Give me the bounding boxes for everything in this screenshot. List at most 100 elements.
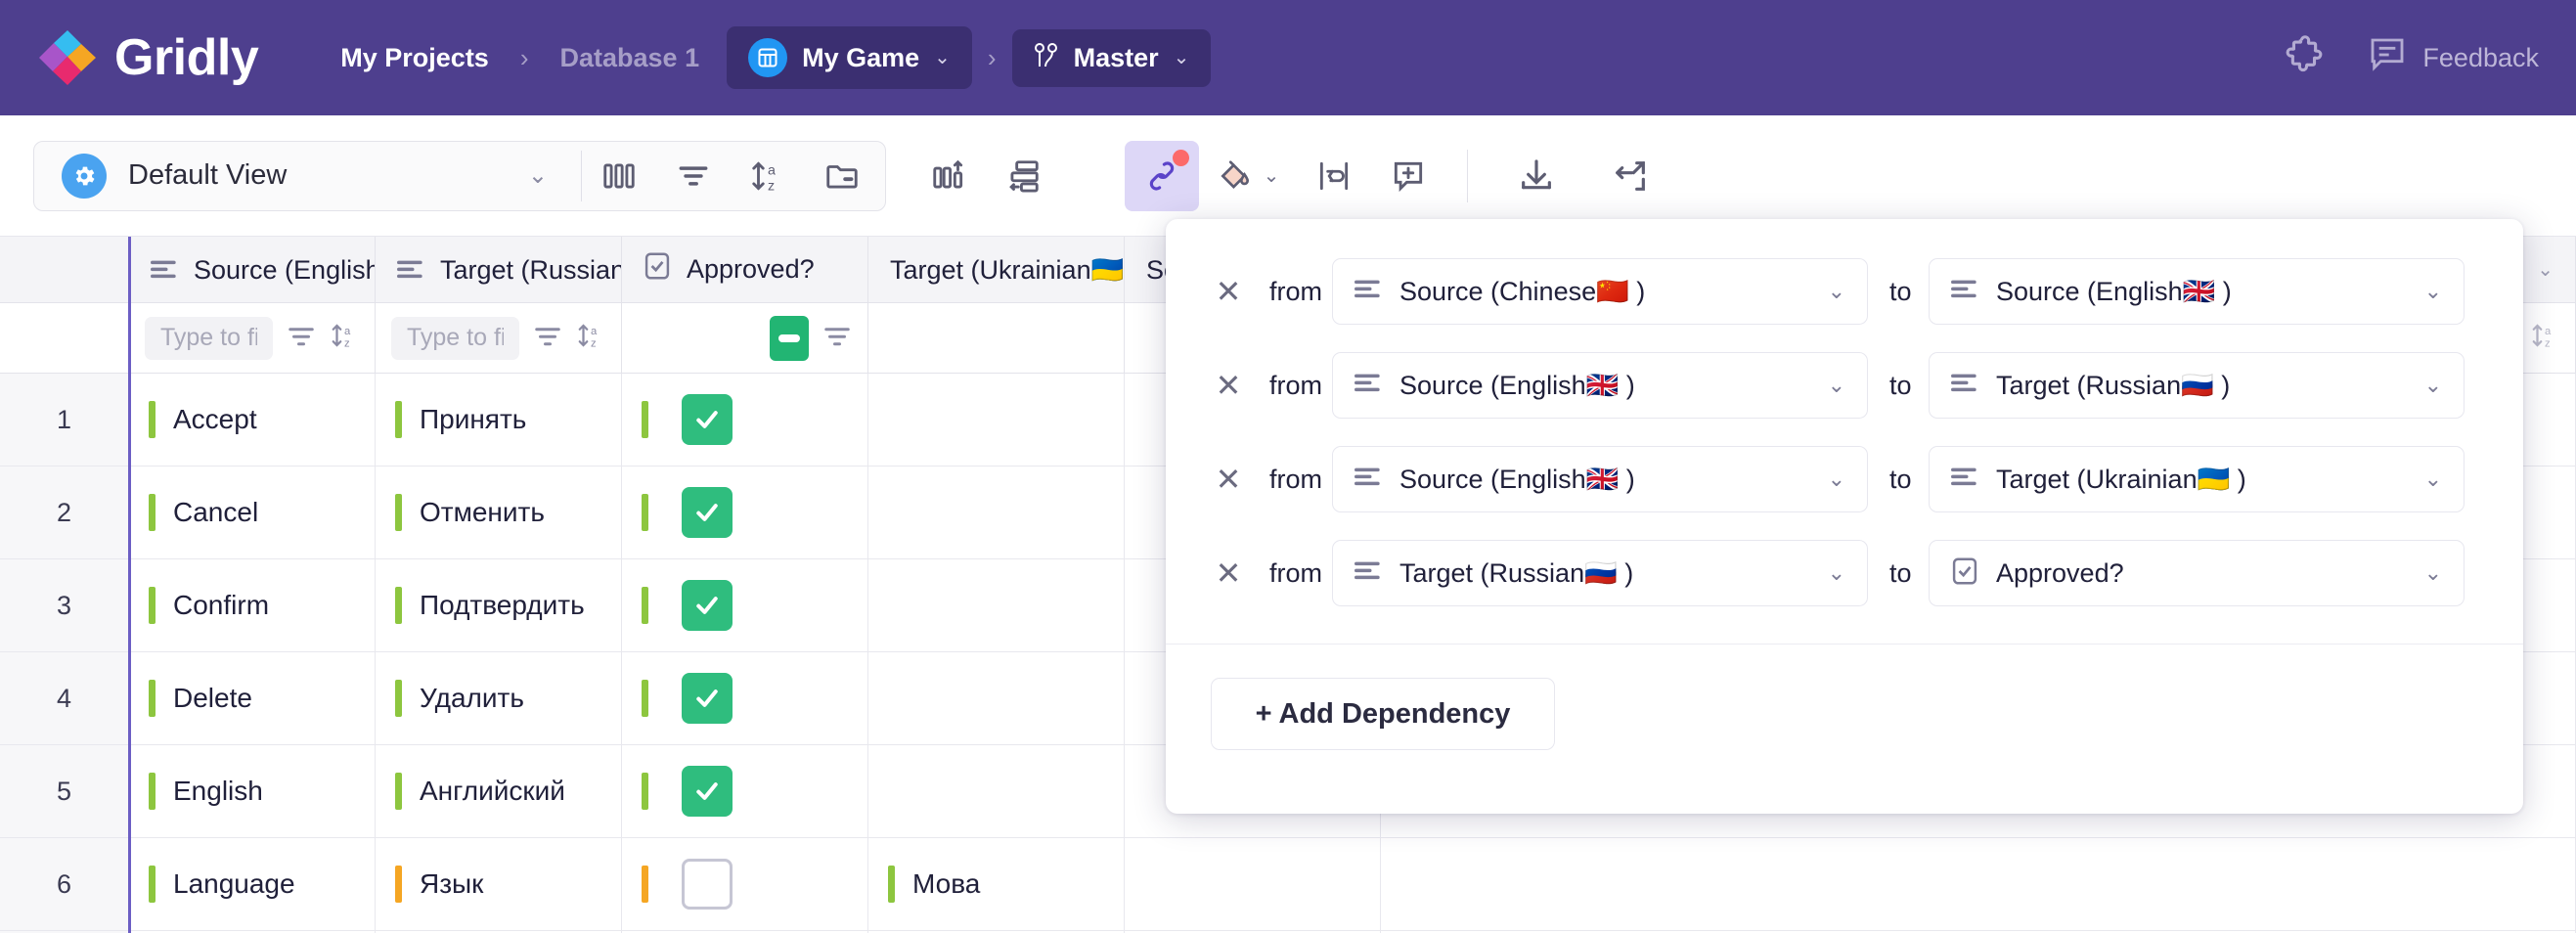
cell-target-russian[interactable]: Подтвердить bbox=[376, 559, 622, 651]
filter-icon[interactable] bbox=[822, 321, 852, 355]
cell-source-chinese[interactable] bbox=[1125, 838, 1381, 930]
cell-approved[interactable] bbox=[622, 652, 868, 744]
remove-dependency-icon[interactable]: ✕ bbox=[1209, 555, 1248, 592]
text-lines-icon bbox=[1951, 279, 1978, 305]
approved-checkbox[interactable] bbox=[682, 766, 733, 817]
column-header-approved[interactable]: Approved? bbox=[622, 237, 868, 302]
cell-target-ukrainian[interactable]: Мова bbox=[868, 838, 1125, 930]
dependency-from-select[interactable]: Source (English🇬🇧 ) ⌄ bbox=[1332, 352, 1868, 419]
dependency-link-icon[interactable] bbox=[1125, 140, 1199, 211]
download-icon[interactable] bbox=[1489, 141, 1583, 211]
cell-target-ukrainian[interactable] bbox=[868, 652, 1125, 744]
dependency-from-select[interactable]: Source (English🇬🇧 ) ⌄ bbox=[1332, 446, 1868, 512]
column-stats-icon[interactable] bbox=[911, 141, 986, 211]
column-header-target-russian[interactable]: Target (Russian🇷🇺 ) ⌄ bbox=[376, 237, 622, 302]
feedback-button[interactable]: Feedback bbox=[2368, 36, 2539, 80]
approved-filter-indeterminate-icon[interactable] bbox=[770, 315, 809, 361]
dependency-to-label: to bbox=[1889, 464, 1912, 494]
approved-checkbox[interactable] bbox=[682, 673, 733, 724]
cell-source-english[interactable]: Confirm bbox=[129, 559, 376, 651]
column-header-target-ukrainian[interactable]: Target (Ukrainian🇺🇦 ) bbox=[868, 237, 1125, 302]
breadcrumb-database-1[interactable]: Database 1 bbox=[539, 43, 722, 73]
chevron-down-icon[interactable]: ⌄ bbox=[2424, 373, 2442, 398]
text-lines-icon bbox=[1355, 279, 1382, 305]
dependency-to-select[interactable]: Source (English🇬🇧 ) ⌄ bbox=[1929, 258, 2465, 325]
cell-target-ukrainian[interactable] bbox=[868, 374, 1125, 466]
cell-target-russian[interactable]: Английский bbox=[376, 745, 622, 837]
add-comment-icon[interactable] bbox=[1371, 141, 1445, 211]
chevron-down-icon[interactable]: ⌄ bbox=[2424, 466, 2442, 492]
dependency-from-select[interactable]: Source (Chinese🇨🇳 ) ⌄ bbox=[1332, 258, 1868, 325]
puzzle-icon[interactable] bbox=[2284, 34, 2327, 82]
cell-approved[interactable] bbox=[622, 374, 868, 466]
chevron-down-icon[interactable]: ⌄ bbox=[1828, 373, 1845, 398]
cell-source-english[interactable]: Accept bbox=[129, 374, 376, 466]
chevron-down-icon[interactable]: ⌄ bbox=[1828, 560, 1845, 586]
svg-text:z: z bbox=[768, 178, 775, 194]
approved-checkbox[interactable] bbox=[682, 394, 733, 445]
chevron-down-icon[interactable]: ⌄ bbox=[2537, 257, 2554, 282]
wrap-text-icon[interactable] bbox=[1297, 141, 1371, 211]
brand-logo[interactable]: Gridly bbox=[37, 28, 259, 87]
cell-source-english[interactable]: Delete bbox=[129, 652, 376, 744]
approved-checkbox[interactable] bbox=[682, 580, 733, 631]
filter-icon[interactable] bbox=[656, 141, 731, 211]
dependency-from-select[interactable]: Target (Russian🇷🇺 ) ⌄ bbox=[1332, 540, 1868, 606]
chevron-down-icon[interactable]: ⌄ bbox=[2424, 279, 2442, 304]
breadcrumb-grid-my-game[interactable]: My Game ⌄ bbox=[727, 26, 972, 89]
cell-approved[interactable] bbox=[622, 559, 868, 651]
search-input[interactable] bbox=[145, 316, 273, 360]
dependency-to-select[interactable]: Target (Ukrainian🇺🇦 ) ⌄ bbox=[1929, 446, 2465, 512]
cell-target-russian[interactable]: Принять bbox=[376, 374, 622, 466]
breadcrumb-branch-master[interactable]: Master ⌄ bbox=[1011, 28, 1212, 87]
paint-bucket-icon[interactable]: ⌄ bbox=[1199, 141, 1297, 211]
columns-icon[interactable] bbox=[582, 141, 656, 211]
dependency-to-label: to bbox=[1889, 276, 1912, 306]
filter-icon[interactable] bbox=[287, 321, 316, 355]
table-row[interactable]: 6 Language Язык Мова bbox=[0, 838, 2576, 931]
cell-approved[interactable] bbox=[622, 745, 868, 837]
cell-source-english[interactable]: Cancel bbox=[129, 466, 376, 558]
view-selector-pill[interactable]: Default View bbox=[34, 153, 528, 199]
add-dependency-button[interactable]: + Add Dependency bbox=[1211, 678, 1555, 750]
dependency-from-value: Source (English🇬🇧 ) bbox=[1399, 371, 1635, 400]
cell-approved[interactable] bbox=[622, 466, 868, 558]
cell-target-ukrainian[interactable] bbox=[868, 559, 1125, 651]
import-icon[interactable] bbox=[1583, 141, 1677, 211]
filter-icon[interactable] bbox=[533, 321, 562, 355]
sort-az-icon[interactable]: a z bbox=[731, 141, 805, 211]
cell-target-ukrainian[interactable] bbox=[868, 745, 1125, 837]
cell-extra[interactable] bbox=[1381, 838, 2576, 930]
cell-target-ukrainian[interactable] bbox=[868, 466, 1125, 558]
remove-dependency-icon[interactable]: ✕ bbox=[1209, 461, 1248, 498]
column-header-source-english[interactable]: Source (English🇬🇧 ) ⌄ bbox=[129, 237, 376, 302]
sort-az-icon[interactable]: az bbox=[576, 321, 605, 355]
dependency-to-select[interactable]: Target (Russian🇷🇺 ) ⌄ bbox=[1929, 352, 2465, 419]
chevron-down-icon[interactable]: ⌄ bbox=[1264, 166, 1280, 186]
sort-az-icon[interactable]: az bbox=[330, 321, 359, 355]
cell-source-english[interactable]: English bbox=[129, 745, 376, 837]
chevron-down-icon[interactable]: ⌄ bbox=[2424, 560, 2442, 586]
approved-checkbox[interactable] bbox=[682, 487, 733, 538]
cell-target-russian[interactable]: Удалить bbox=[376, 652, 622, 744]
sort-az-icon[interactable]: az bbox=[2530, 321, 2559, 355]
chevron-down-icon[interactable]: ⌄ bbox=[1828, 279, 1845, 304]
remove-dependency-icon[interactable]: ✕ bbox=[1209, 367, 1248, 404]
cell-source-english[interactable]: Language bbox=[129, 838, 376, 930]
cell-target-russian[interactable]: Отменить bbox=[376, 466, 622, 558]
breadcrumb-my-projects[interactable]: My Projects bbox=[319, 43, 511, 73]
text-lines-icon bbox=[397, 259, 424, 281]
folder-icon[interactable] bbox=[805, 141, 879, 211]
chevron-down-icon[interactable]: ⌄ bbox=[528, 161, 548, 190]
search-input[interactable] bbox=[391, 316, 519, 360]
approved-checkbox[interactable] bbox=[682, 859, 733, 910]
chevron-down-icon: ⌄ bbox=[1173, 47, 1190, 68]
cell-status-bar bbox=[149, 587, 155, 624]
dependency-to-select[interactable]: Approved? ⌄ bbox=[1929, 540, 2465, 606]
chevron-down-icon[interactable]: ⌄ bbox=[1828, 466, 1845, 492]
cell-approved[interactable] bbox=[622, 838, 868, 930]
row-layout-icon[interactable] bbox=[986, 141, 1060, 211]
view-selector[interactable]: Default View ⌄ a z bbox=[33, 140, 886, 211]
cell-target-russian[interactable]: Язык bbox=[376, 838, 622, 930]
remove-dependency-icon[interactable]: ✕ bbox=[1209, 273, 1248, 310]
